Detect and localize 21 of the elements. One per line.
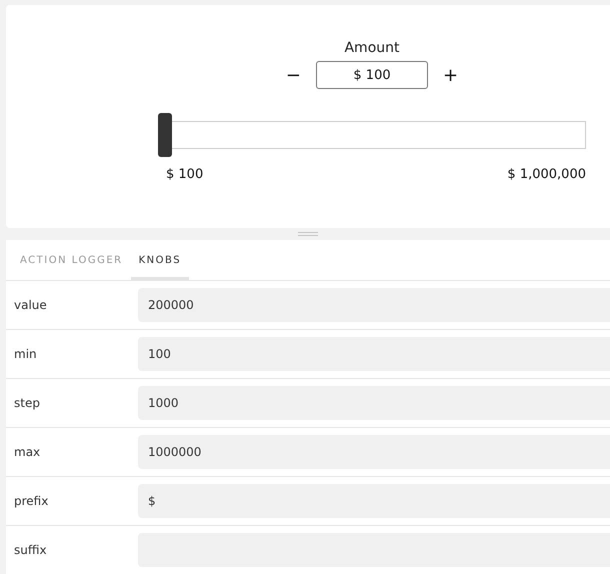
knob-label: prefix (13, 494, 50, 508)
slider-track[interactable] (158, 113, 586, 157)
knob-field[interactable]: 1000 (138, 386, 610, 420)
knob-field[interactable]: $ (138, 484, 610, 518)
slider-thumb[interactable] (158, 113, 172, 157)
addon-tab[interactable]: KNOBS (130, 240, 190, 280)
min-label: $ 100 (166, 167, 204, 182)
knob-label: step (13, 396, 41, 410)
increment-button[interactable]: + (437, 64, 464, 86)
resize-handle-icon[interactable] (298, 232, 318, 236)
decrement-button[interactable]: − (280, 64, 307, 86)
knob-label: suffix (13, 543, 48, 557)
knob-field[interactable]: 200000 (138, 288, 610, 322)
max-label: $ 1,000,000 (507, 167, 586, 182)
knob-label: max (13, 445, 42, 459)
knob-label: min (13, 347, 38, 361)
amount-label: Amount (344, 39, 400, 57)
knob-field[interactable]: 100 (138, 337, 610, 371)
knob-label: value (13, 298, 48, 312)
amount-field[interactable]: $ 100 (316, 61, 428, 89)
knob-field[interactable]: 1000000 (138, 435, 610, 469)
